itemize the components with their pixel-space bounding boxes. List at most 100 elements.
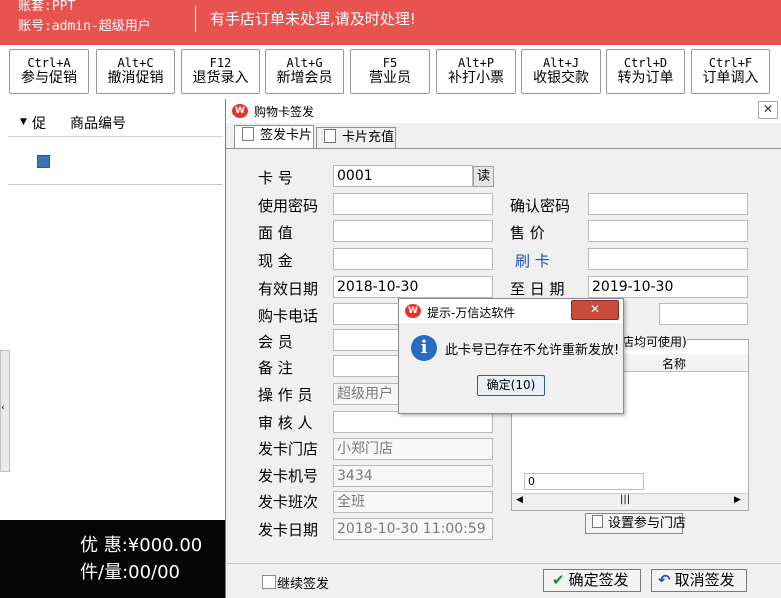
horizontal-scrollbar[interactable]: ◀ ||| ▶ [512,493,748,510]
shortcut-key: F12 [209,56,232,70]
button-label: 确定签发 [568,571,629,589]
arrow-left-icon[interactable]: ◀ [516,495,523,505]
card-no-input[interactable]: 0001 [333,165,473,187]
to-date-input[interactable]: 2019-10-30 [588,276,748,298]
read-card-button[interactable]: 读 [473,166,494,187]
store-note: 店均可使用) [622,333,687,350]
scroll-thumb[interactable]: ||| [620,494,630,505]
cash-input[interactable] [333,248,493,270]
extra-input[interactable] [659,303,748,325]
label-issue-date: 发卡日期 [258,521,319,539]
shortcut-key: Ctrl+A [27,56,71,70]
side-scrollbar[interactable]: ‹ [0,350,10,472]
salesperson-button[interactable]: F5 营业员 [350,49,430,94]
alert-ok-button[interactable]: 确定(10) [477,375,545,396]
button-label: 新增会员 [276,70,333,86]
machine-field: 3434 [333,465,493,487]
product-list-header: ▼ 促 商品编号 [8,110,223,134]
shortcut-key: Ctrl+D [623,56,668,70]
valid-date-input[interactable]: 2018-10-30 [333,276,493,298]
button-label: 撤消促销 [107,70,164,86]
divider [8,184,223,185]
divider [226,563,781,564]
label-cash: 现 金 [258,252,293,270]
cancel-issue-button[interactable]: ↶ 取消签发 [651,569,747,592]
label-operator: 操 作 员 [258,386,313,404]
col-promo[interactable]: 促 [32,113,46,133]
continue-issue-checkbox[interactable] [262,575,276,589]
info-icon: i [411,335,437,361]
label-valid-date: 有效日期 [258,280,319,298]
import-order-button[interactable]: Ctrl+F 订单调入 [691,49,770,94]
swipe-card-link[interactable]: 刷 卡 [515,250,550,271]
cash-handover-button[interactable]: Alt+J 收银交款 [521,49,601,94]
face-value-input[interactable] [333,220,493,242]
promo-join-button[interactable]: Ctrl+A 参与促销 [9,49,89,94]
col-store-name[interactable]: 名称 [662,355,686,372]
header-divider [195,6,196,32]
label-to-date: 至 日 期 [510,280,565,298]
set-stores-button[interactable]: 设置参与门店 [585,513,687,534]
col-product-code[interactable]: 商品编号 [70,113,126,133]
close-icon[interactable]: ✕ [571,300,619,320]
store-field: 小郑门店 [333,438,493,460]
shortcut-key: Ctrl+F [708,56,753,70]
password-input[interactable] [333,193,493,215]
member-input[interactable] [333,329,403,351]
shortcut-key: Alt+J [542,56,580,70]
promo-cancel-button[interactable]: Alt+C 撤消促销 [96,49,175,94]
app-logo-icon: W [232,104,248,118]
dialog-title: 购物卡签发 [254,105,315,119]
tab-label: 签发卡片 [260,128,313,143]
price-input[interactable] [588,220,748,242]
confirm-issue-button[interactable]: ✔ 确定签发 [543,569,641,592]
swipe-input[interactable] [588,248,748,270]
label-face-value: 面 值 [258,224,293,242]
label-price: 售 价 [510,224,545,242]
account-set-text: 账套:PPT [18,0,76,14]
app-logo-icon: W [405,304,421,318]
document-icon [242,127,254,141]
store-footer-cell: 0 [524,473,644,490]
button-label: 退货录入 [192,70,249,86]
return-entry-button[interactable]: F12 退货录入 [181,49,260,94]
reprint-receipt-button[interactable]: Alt+P 补打小票 [436,49,516,94]
alert-dialog: W 提示-万信达软件 ✕ i 此卡号已存在不允许重新发放! 确定(10) [398,298,624,414]
phone-input[interactable] [333,303,403,325]
button-label: 营业员 [369,70,411,86]
add-member-button[interactable]: Alt+G 新增会员 [265,49,344,94]
tab-divider [226,148,781,149]
button-label: 设置参与门店 [608,516,687,531]
tab-issue-card[interactable]: 签发卡片 [234,125,314,149]
close-icon[interactable]: ✕ [758,101,778,119]
row-checkbox[interactable] [37,155,50,168]
alert-title: 提示-万信达软件 [427,306,516,320]
shortcut-toolbar: Ctrl+A 参与促销 Alt+C 撤消促销 F12 退货录入 Alt+G 新增… [0,45,781,100]
button-label: 订单调入 [702,70,759,86]
product-list-panel: ▼ 促 商品编号 ‹ [0,100,225,520]
document-icon [592,515,603,528]
label-password: 使用密码 [258,197,319,215]
tab-card-recharge[interactable]: 卡片充值 [316,127,396,148]
order-notice[interactable]: 有手店订单未处理,请及时处理! [210,8,416,29]
account-info: 账套:PPT 账号:admin-超级用户 [18,0,151,37]
sort-arrow-icon[interactable]: ▼ [20,117,27,127]
continue-issue-label: 继续签发 [277,577,330,592]
alert-titlebar: W 提示-万信达软件 ✕ [399,299,623,323]
shortcut-key: Alt+P [457,56,495,70]
tab-label: 卡片充值 [342,130,395,145]
auditor-input[interactable] [333,411,493,433]
label-machine: 发卡机号 [258,467,319,485]
dialog-titlebar: W 购物卡签发 ✕ [226,99,781,123]
arrow-right-icon[interactable]: ▶ [734,495,741,505]
label-shift: 发卡班次 [258,493,319,511]
convert-order-button[interactable]: Ctrl+D 转为订单 [606,49,685,94]
account-user-text: 账号:admin-超级用户 [18,19,151,34]
chevron-left-icon[interactable]: ‹ [1,403,5,413]
top-header: 账套:PPT 账号:admin-超级用户 有手店订单未处理,请及时处理! [0,0,781,45]
confirm-password-input[interactable] [588,193,748,215]
undo-icon: ↶ [658,571,671,589]
button-label: 取消签发 [674,571,735,589]
label-remark: 备 注 [258,359,293,377]
remark-input[interactable] [333,355,403,377]
